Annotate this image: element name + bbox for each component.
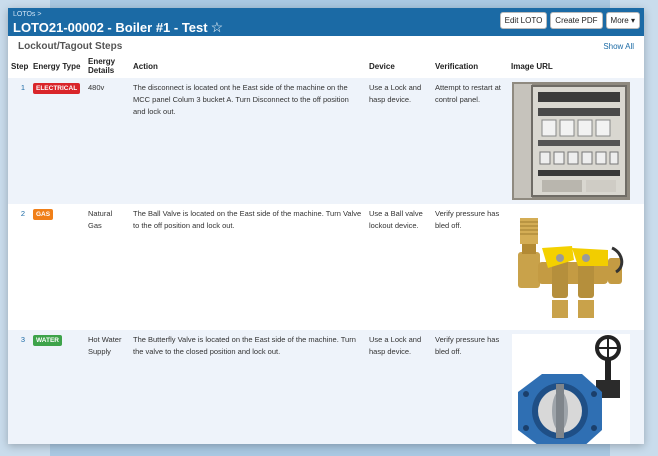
verification-text: Verify pressure has bled off. — [435, 335, 500, 356]
create-pdf-button[interactable]: Create PDF — [550, 12, 603, 29]
device-text: Use a Lock and hasp device. — [369, 335, 422, 356]
page-title: LOTO21-00002 - Boiler #1 - Test ☆ — [13, 19, 223, 36]
edit-loto-button[interactable]: Edit LOTO — [499, 12, 548, 29]
table-row[interactable]: 3 WATER Hot Water Supply The Butterfly V… — [8, 330, 644, 444]
energy-type-cell: GAS — [30, 204, 85, 330]
column-header-device: Device — [369, 61, 395, 71]
table-header-row: Step Energy Type Energy Details Action D… — [8, 54, 644, 78]
table-row[interactable]: 1 ELECTRICAL 480v The disconnect is loca… — [8, 78, 644, 204]
image-cell — [508, 78, 644, 204]
column-header-image-url: Image URL — [511, 61, 553, 71]
energy-details: Natural Gas — [88, 209, 113, 230]
image-cell — [508, 204, 644, 330]
electrical-panel-image[interactable] — [512, 82, 630, 200]
action-text: The disconnect is located ont he East si… — [133, 83, 349, 116]
column-header-energy-type: Energy Type — [33, 61, 81, 71]
page-header: LOTOs > LOTO21-00002 - Boiler #1 - Test ☆… — [8, 8, 644, 36]
energy-details: Hot Water Supply — [88, 335, 122, 356]
verification-text: Attempt to restart at control panel. — [435, 83, 501, 104]
more-menu-button[interactable]: More ▾ — [605, 12, 640, 29]
energy-type-badge: ELECTRICAL — [33, 83, 81, 94]
star-icon[interactable]: ☆ — [211, 19, 224, 35]
energy-type-badge: WATER — [33, 335, 62, 346]
table-row[interactable]: 2 GAS Natural Gas The Ball Valve is loca… — [8, 204, 644, 330]
breadcrumb[interactable]: LOTOs > — [13, 11, 41, 18]
step-number: 3 — [20, 335, 25, 344]
action-text: The Butterfly Valve is located on the Ea… — [133, 335, 356, 356]
energy-type-cell: ELECTRICAL — [30, 78, 85, 204]
column-header-verification: Verification — [435, 61, 479, 71]
energy-details: 480v — [88, 83, 105, 92]
show-all-link[interactable]: Show All — [603, 42, 634, 51]
section-header: Lockout/Tagout Steps Show All — [8, 36, 644, 54]
section-title: Lockout/Tagout Steps — [18, 41, 123, 52]
column-header-action: Action — [133, 61, 158, 71]
energy-type-badge: GAS — [33, 209, 54, 220]
action-text: The Ball Valve is located on the East si… — [133, 209, 362, 230]
verification-text: Verify pressure has bled off. — [435, 209, 500, 230]
steps-table: Step Energy Type Energy Details Action D… — [8, 54, 644, 444]
image-cell — [508, 330, 644, 444]
header-actions: Edit LOTO Create PDF More ▾ — [499, 12, 640, 29]
device-text: Use a Ball valve lockout device. — [369, 209, 423, 230]
butterfly-valve-image[interactable] — [512, 334, 630, 444]
step-number: 1 — [20, 83, 25, 92]
energy-type-cell: WATER — [30, 330, 85, 444]
step-number: 2 — [20, 209, 25, 218]
ball-valve-image[interactable] — [512, 208, 630, 326]
page-title-text: LOTO21-00002 - Boiler #1 - Test — [13, 20, 208, 35]
column-header-step: Step — [11, 61, 29, 71]
loto-panel: LOTOs > LOTO21-00002 - Boiler #1 - Test ☆… — [8, 8, 644, 444]
column-header-energy-details: Energy Details — [88, 57, 116, 75]
device-text: Use a Lock and hasp device. — [369, 83, 422, 104]
